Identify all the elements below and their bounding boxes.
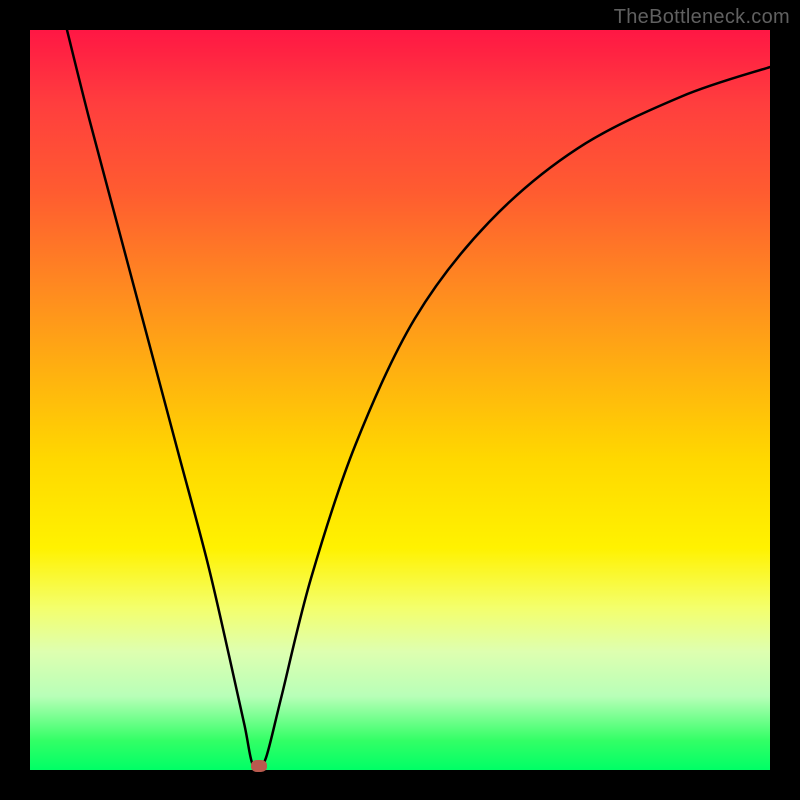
optimum-marker: [251, 760, 267, 772]
curve-svg: [30, 30, 770, 770]
watermark-text: TheBottleneck.com: [614, 6, 790, 29]
plot-area: [30, 30, 770, 770]
chart-frame: TheBottleneck.com: [0, 0, 800, 800]
bottleneck-curve-path: [67, 30, 770, 767]
